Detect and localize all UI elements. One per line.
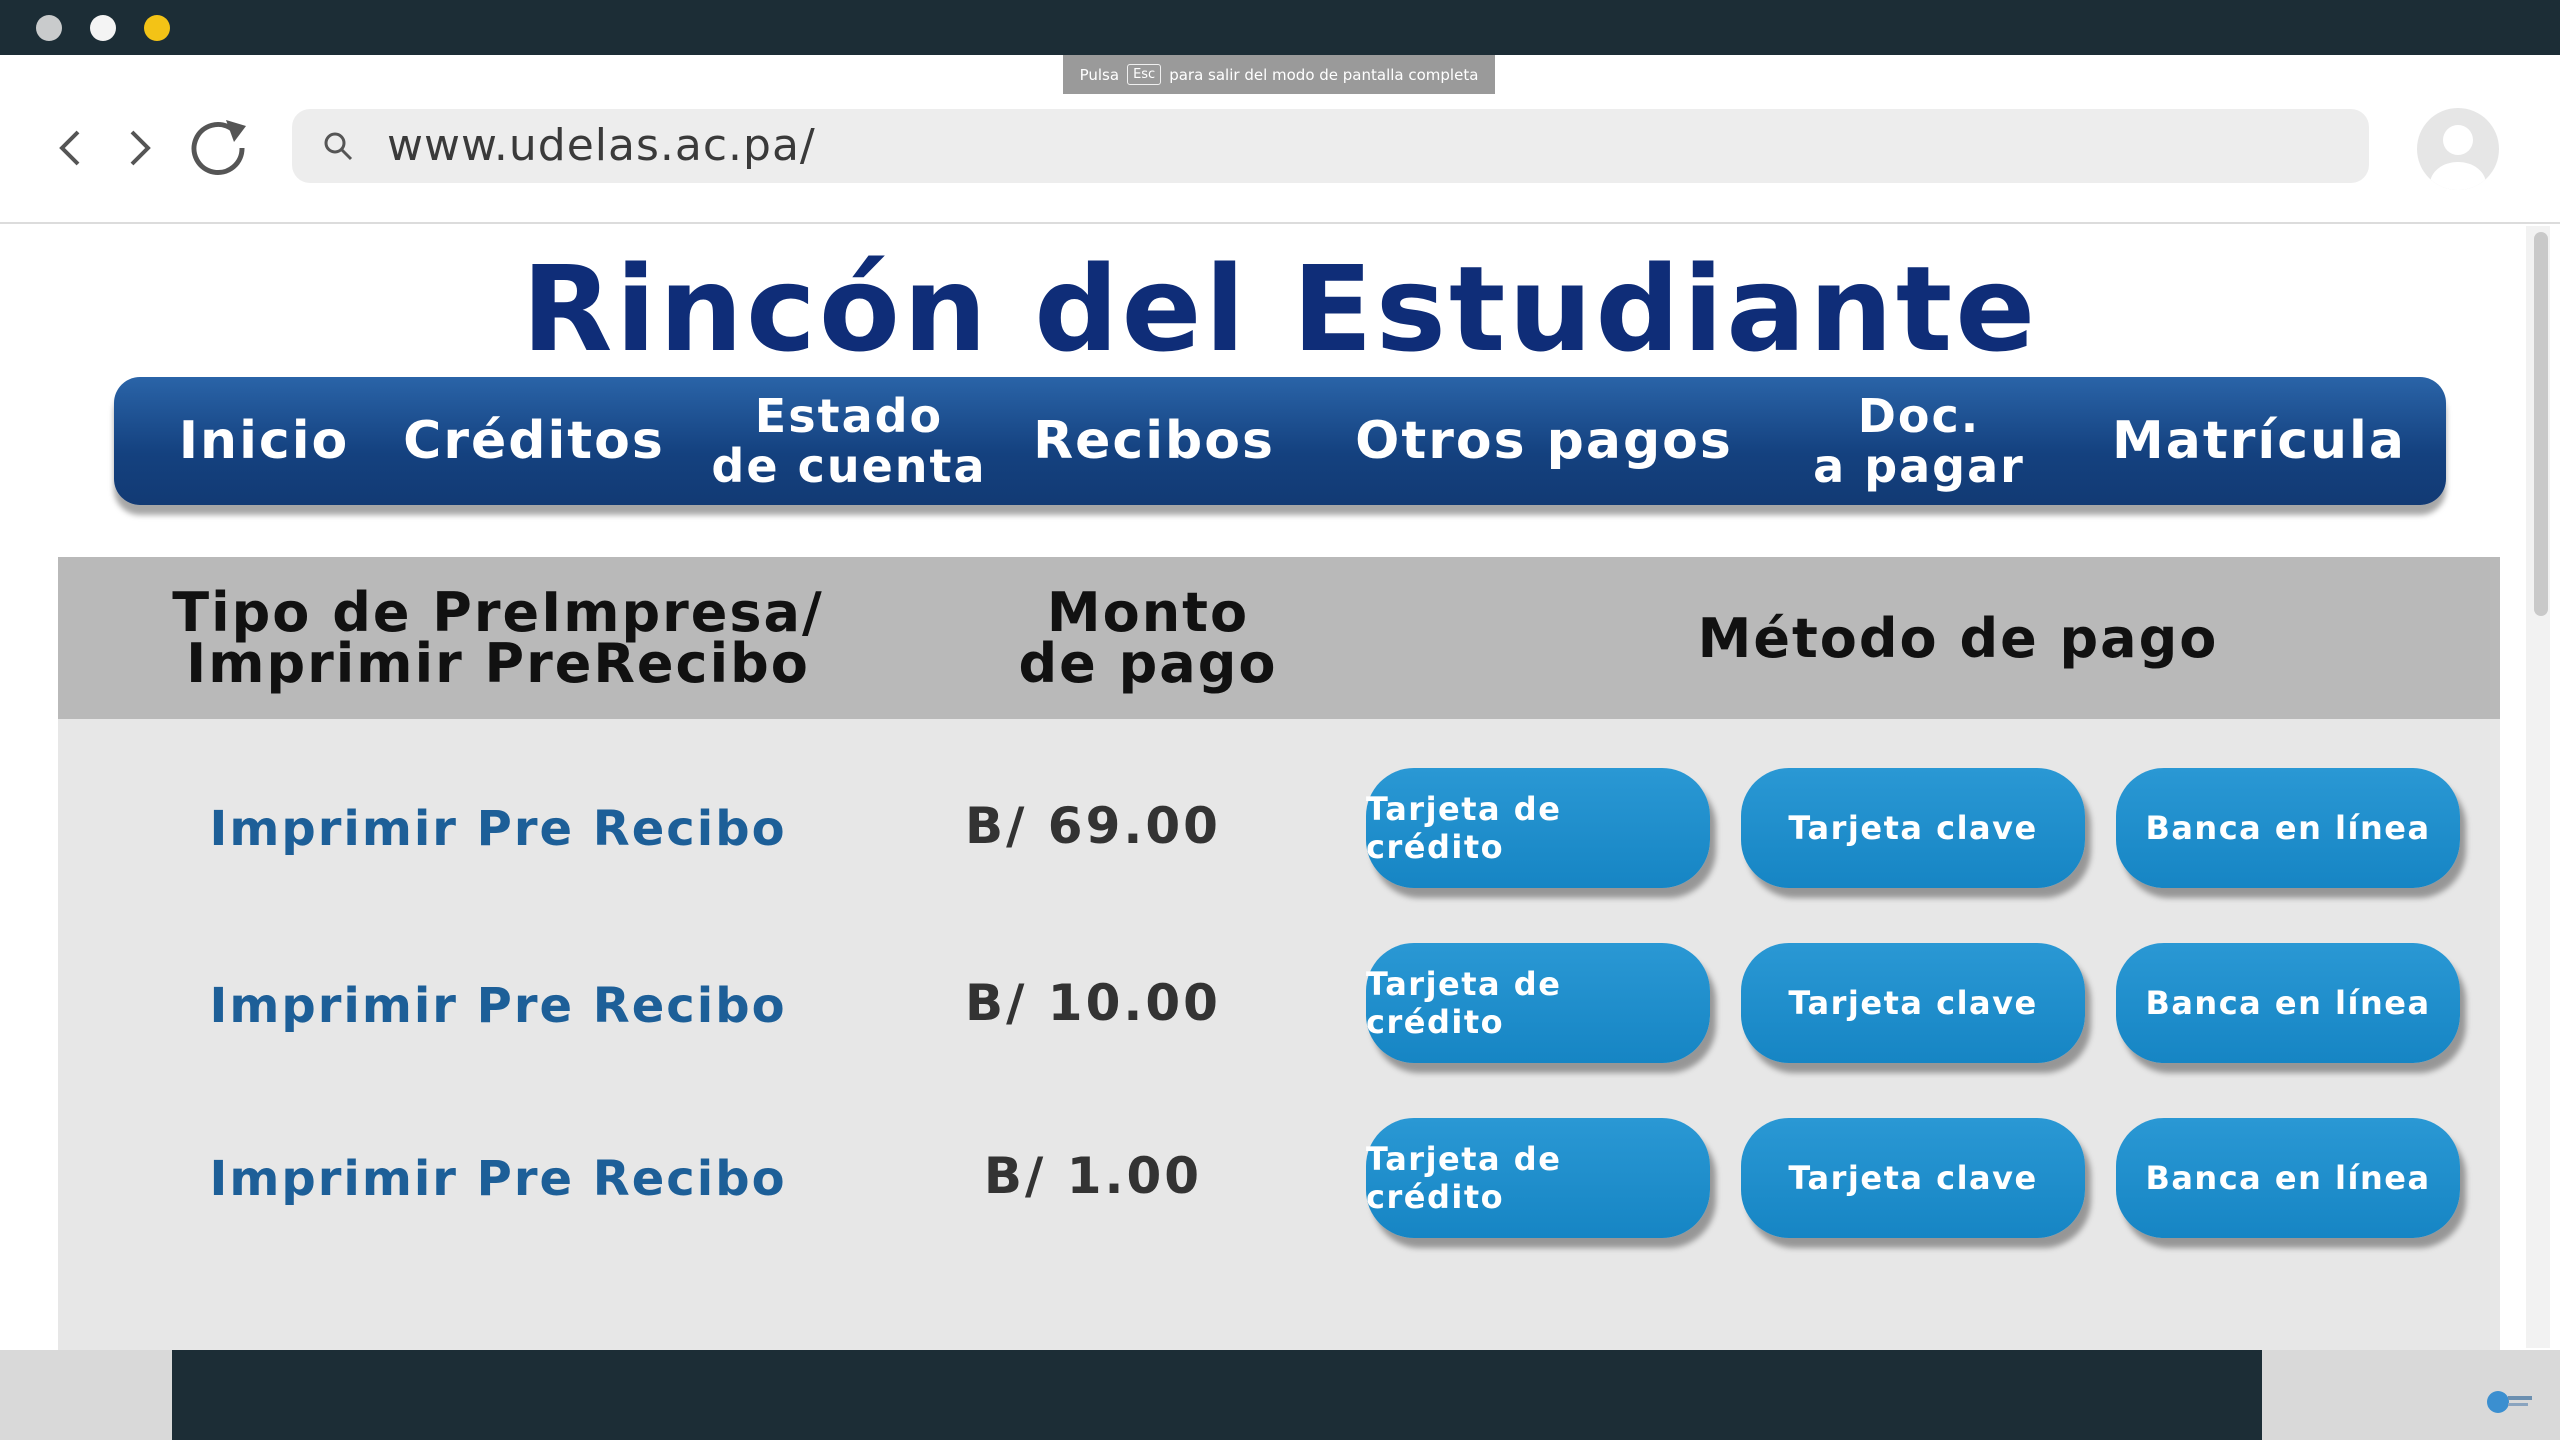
tarjeta-clave-button[interactable]: Tarjeta clave [1741, 768, 2085, 888]
menu-item-label: Otros pagos [1355, 411, 1733, 471]
header-amount-line2: de pago [1018, 632, 1278, 695]
url-text[interactable]: www.udelas.ac.pa/ [387, 109, 816, 183]
menu-item-otros-pagos[interactable]: Otros pagos [1344, 377, 1744, 505]
search-icon [324, 132, 353, 161]
menu-item-matricula[interactable]: Matrícula [2104, 377, 2414, 505]
online-banking-button[interactable]: Banca en línea [2116, 768, 2460, 888]
reload-icon[interactable] [186, 120, 256, 176]
bottom-dark-panel [172, 1350, 2262, 1440]
table-header: Tipo de PreImpresa/Imprimir PreRecibo Mo… [58, 557, 2500, 719]
window-minimize-dot[interactable] [90, 15, 116, 41]
address-bar[interactable]: www.udelas.ac.pa/ [292, 109, 2369, 183]
toast-esc-key: Esc [1127, 64, 1162, 85]
menu-item-estado-de-cuenta[interactable]: Estado de cuenta [704, 377, 994, 505]
fullscreen-toast: Pulsa Esc para salir del modo de pantall… [1063, 55, 1495, 94]
online-banking-button[interactable]: Banca en línea [2116, 1118, 2460, 1238]
menu-item-label: Estado [754, 389, 944, 443]
payments-table: Tipo de PreImpresa/Imprimir PreRecibo Mo… [58, 557, 2500, 1350]
row-label-link[interactable]: Imprimir Pre Recibo [198, 801, 798, 857]
header-type: Tipo de PreImpresa/Imprimir PreRecibo [118, 557, 878, 719]
tarjeta-clave-button[interactable]: Tarjeta clave [1741, 943, 2085, 1063]
row-amount: B/ 10.00 [965, 974, 1221, 1032]
back-icon[interactable] [46, 120, 94, 176]
menu-item-doc-a-pagar[interactable]: Doc. a pagar [1794, 377, 2044, 505]
menu-item-label: a pagar [1813, 439, 2025, 493]
header-amount: Monto de pago [918, 557, 1378, 719]
window-titlebar [0, 0, 2560, 55]
tarjeta-clave-button[interactable]: Tarjeta clave [1741, 1118, 2085, 1238]
menu-item-recibos[interactable]: Recibos [1014, 377, 1294, 505]
row-amount: B/ 69.00 [965, 797, 1221, 855]
menu-item-label: Doc. [1857, 389, 1981, 443]
row-amount: B/ 1.00 [983, 1147, 1203, 1205]
forward-icon[interactable] [116, 120, 164, 176]
menu-item-label: Créditos [403, 411, 665, 471]
credit-card-button[interactable]: Tarjeta de crédito [1366, 943, 1710, 1063]
page-title: Rincón del Estudiante [521, 240, 2039, 378]
menu-item-label: Recibos [1033, 411, 1275, 471]
header-method: Método de pago [1697, 606, 2219, 670]
toast-text-post: para salir del modo de pantalla completa [1169, 65, 1479, 84]
window-close-dot[interactable] [36, 15, 62, 41]
menu-item-label: Matrícula [2112, 411, 2406, 471]
menu-item-label: Inicio [178, 411, 350, 471]
profile-avatar-icon[interactable] [2417, 108, 2499, 190]
row-label-link[interactable]: Imprimir Pre Recibo [198, 978, 798, 1034]
menu-item-inicio[interactable]: Inicio [154, 377, 374, 505]
credit-card-button[interactable]: Tarjeta de crédito [1366, 768, 1710, 888]
menu-item-label: de cuenta [711, 439, 987, 493]
online-banking-button[interactable]: Banca en línea [2116, 943, 2460, 1063]
window-maximize-dot[interactable] [144, 15, 170, 41]
main-menu: Inicio Créditos Estado de cuenta Recibos … [114, 377, 2446, 505]
header-type-line2: Imprimir PreRecibo [186, 632, 810, 695]
menu-item-creditos[interactable]: Créditos [389, 377, 679, 505]
row-label-link[interactable]: Imprimir Pre Recibo [198, 1151, 798, 1207]
corner-logo-icon [2487, 1391, 2532, 1413]
toast-text-pre: Pulsa [1079, 65, 1120, 84]
credit-card-button[interactable]: Tarjeta de crédito [1366, 1118, 1710, 1238]
